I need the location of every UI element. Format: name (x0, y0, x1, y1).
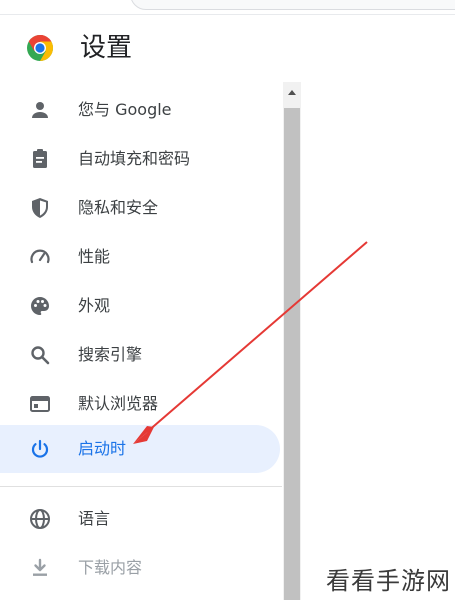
scroll-thumb[interactable] (284, 108, 300, 600)
watermark: 看看手游网 (326, 566, 453, 596)
sidebar-item-label: 外观 (78, 296, 111, 315)
sidebar-item-label: 搜索引擎 (78, 345, 143, 364)
page-title: 设置 (80, 33, 133, 63)
search-icon (28, 343, 52, 367)
sidebar-item-label: 默认浏览器 (78, 394, 159, 413)
watermark-text: 看看手游网 (326, 567, 451, 595)
settings-sidebar: 您与 Google 自动填充和密码 隐私和安全 性能 外观 搜索引擎 默认浏览器… (0, 82, 282, 600)
power-icon (28, 437, 52, 461)
sidebar-item-on-startup[interactable]: 启动时 (0, 425, 280, 473)
sidebar-scrollbar[interactable] (283, 82, 301, 600)
sidebar-item-languages[interactable]: 语言 (0, 495, 280, 543)
search-settings-input[interactable] (130, 0, 455, 10)
globe-icon (28, 507, 52, 531)
speedometer-icon (28, 245, 52, 269)
sidebar-item-you-and-google[interactable]: 您与 Google (0, 86, 280, 134)
sidebar-item-label: 隐私和安全 (78, 198, 159, 217)
top-bar (0, 0, 455, 14)
sidebar-item-label: 性能 (78, 247, 111, 266)
sidebar-item-default-browser[interactable]: 默认浏览器 (0, 380, 280, 428)
sidebar-item-label: 您与 Google (78, 100, 172, 119)
top-divider (0, 14, 455, 15)
sidebar-item-label: 语言 (78, 509, 111, 528)
chrome-logo-icon (26, 34, 54, 62)
scroll-up-button[interactable] (283, 82, 301, 104)
section-divider (0, 486, 282, 487)
sidebar-item-appearance[interactable]: 外观 (0, 282, 280, 330)
sidebar-item-autofill[interactable]: 自动填充和密码 (0, 135, 280, 183)
sidebar-item-performance[interactable]: 性能 (0, 233, 280, 281)
browser-window-icon (28, 392, 52, 416)
download-icon (28, 556, 52, 580)
clipboard-icon (28, 147, 52, 171)
sidebar-item-label: 启动时 (78, 439, 127, 458)
sidebar-item-label: 下载内容 (78, 558, 143, 577)
sidebar-item-privacy[interactable]: 隐私和安全 (0, 184, 280, 232)
settings-header: 设置 (0, 22, 300, 78)
sidebar-item-search-engine[interactable]: 搜索引擎 (0, 331, 280, 379)
shield-icon (28, 196, 52, 220)
sidebar-item-label: 自动填充和密码 (78, 149, 191, 168)
palette-icon (28, 294, 52, 318)
person-icon (28, 98, 52, 122)
sidebar-item-downloads[interactable]: 下载内容 (0, 544, 280, 592)
